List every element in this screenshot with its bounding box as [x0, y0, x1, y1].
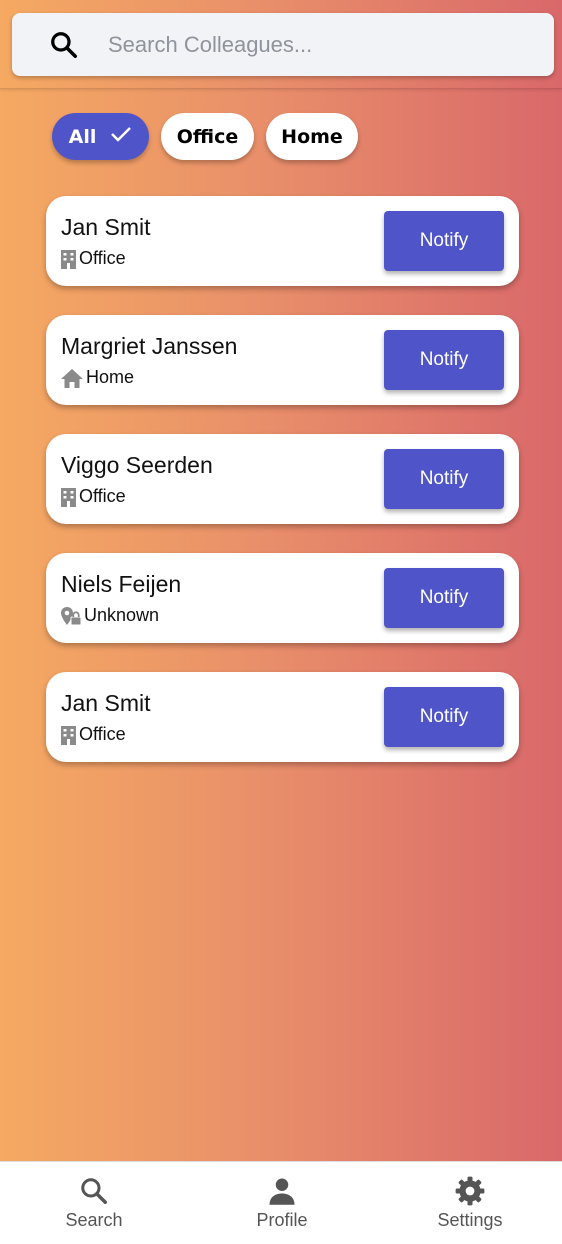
colleague-card: Jan Smit Office Notify — [46, 672, 519, 762]
bottom-nav: Search Profile Settings — [0, 1161, 562, 1244]
colleague-status-label: Home — [86, 367, 135, 387]
notify-button[interactable]: Notify — [384, 211, 504, 271]
colleague-name: Jan Smit — [61, 214, 151, 240]
search-icon — [81, 1178, 107, 1204]
nav-label: Search — [65, 1210, 123, 1230]
nav-item-search[interactable]: Search — [34, 1176, 154, 1231]
colleague-status-label: Office — [79, 724, 126, 744]
gear-icon — [455, 1176, 485, 1206]
filter-chips: All Office Home — [52, 113, 358, 160]
location-locked-icon — [61, 606, 82, 625]
notify-button[interactable]: Notify — [384, 449, 504, 509]
filter-chip-label: All — [68, 125, 97, 148]
search-icon — [44, 25, 84, 65]
colleague-status: Office — [60, 486, 126, 507]
person-icon — [269, 1178, 295, 1205]
filter-chip-label: Home — [281, 125, 343, 148]
nav-item-profile[interactable]: Profile — [222, 1176, 342, 1231]
filter-chip-home[interactable]: Home — [266, 113, 358, 160]
colleague-card: Niels Feijen Unknown Notify — [46, 553, 519, 643]
nav-item-settings[interactable]: Settings — [410, 1176, 530, 1231]
colleague-status-label: Office — [79, 486, 126, 506]
colleague-card: Jan Smit Office Notify — [46, 196, 519, 286]
filter-chip-all[interactable]: All — [52, 113, 149, 160]
colleague-name: Viggo Seerden — [61, 452, 213, 478]
check-icon — [110, 125, 132, 148]
building-icon — [61, 487, 76, 507]
colleague-card: Margriet Janssen Home Notify — [46, 315, 519, 405]
building-icon — [61, 249, 76, 269]
home-icon — [61, 368, 83, 388]
colleague-name: Margriet Janssen — [61, 333, 238, 359]
search-bar[interactable] — [12, 13, 554, 76]
colleague-status: Unknown — [60, 605, 159, 626]
colleague-status: Office — [60, 248, 126, 269]
nav-label: Profile — [256, 1210, 308, 1230]
colleague-status-label: Unknown — [84, 605, 160, 625]
filter-chip-office[interactable]: Office — [161, 113, 254, 160]
colleague-name: Niels Feijen — [61, 571, 182, 597]
notify-button[interactable]: Notify — [384, 687, 504, 747]
colleague-card: Viggo Seerden Office Notify — [46, 434, 519, 524]
colleague-status-label: Office — [79, 248, 126, 268]
colleague-status: Home — [60, 367, 134, 388]
search-input[interactable] — [106, 30, 554, 59]
colleague-status: Office — [60, 724, 126, 745]
notify-button[interactable]: Notify — [384, 330, 504, 390]
notify-button[interactable]: Notify — [384, 568, 504, 628]
filter-chip-label: Office — [176, 125, 239, 148]
nav-label: Settings — [437, 1210, 503, 1230]
colleague-name: Jan Smit — [61, 690, 151, 716]
building-icon — [61, 725, 76, 745]
